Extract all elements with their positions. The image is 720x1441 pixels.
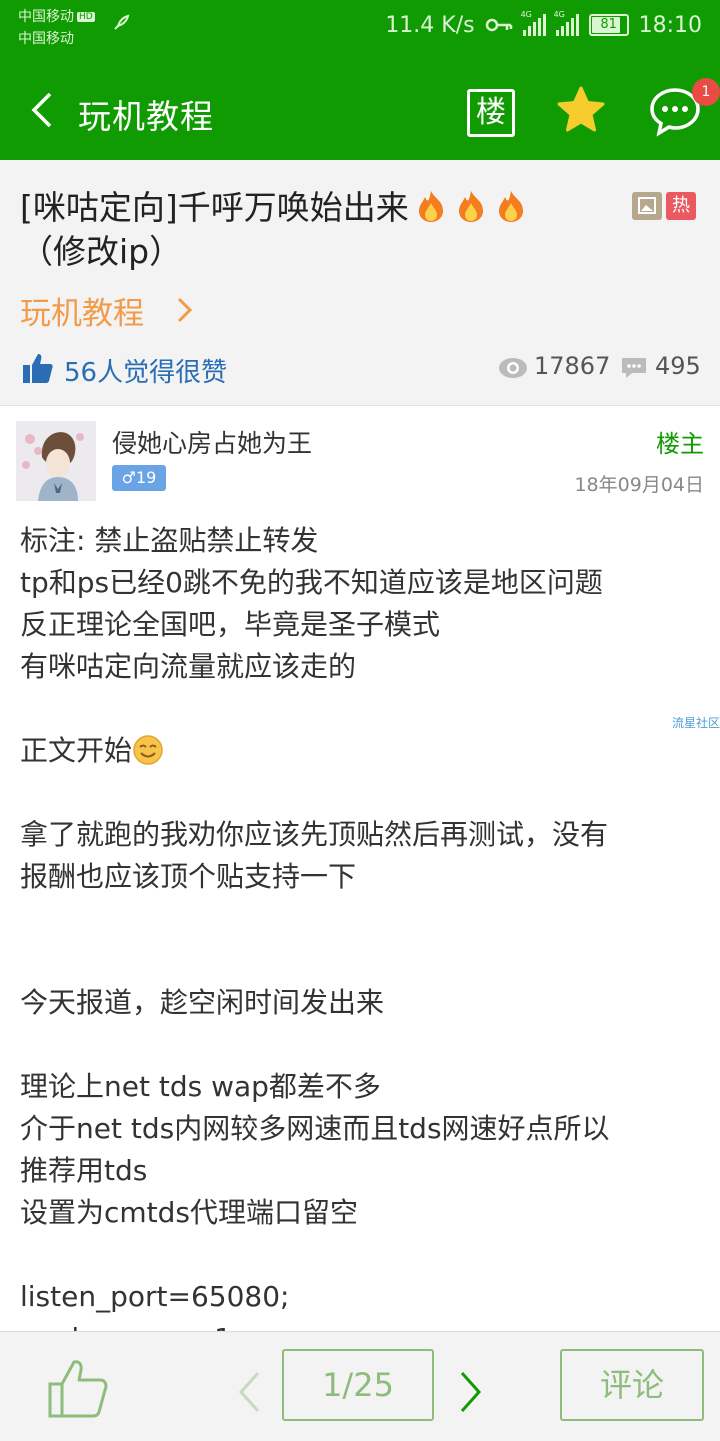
page-title: 玩机教程 — [78, 97, 214, 136]
carrier-2: 中国移动 — [18, 31, 74, 47]
hd-icon: HD — [77, 12, 95, 22]
body-line — [20, 898, 704, 940]
header: 玩机教程 楼 1 — [0, 60, 720, 160]
thumbs-up-icon[interactable] — [22, 352, 54, 384]
top-bar: 中国移动 HD 中国移动 11.4 K/s 4G 4G 81 18:10 玩机教程… — [0, 0, 720, 160]
carrier-1: 中国移动 HD — [18, 9, 95, 25]
page-indicator[interactable]: 1/25 — [282, 1349, 434, 1421]
rocket-icon — [114, 14, 130, 30]
body-line: 设置为cmtds代理端口留空 — [20, 1196, 359, 1229]
signal-icon-2: 4G — [554, 10, 579, 36]
body-line: 理论上net tds wap都差不多 — [20, 1070, 381, 1103]
fire-emoji-icon — [418, 191, 443, 222]
author-name[interactable]: 侵她心房占她为王 — [112, 424, 312, 460]
next-page-icon[interactable] — [458, 1370, 484, 1414]
body-line: listen_port=65080; — [20, 1280, 290, 1313]
status-right: 11.4 K/s 4G 4G 81 18:10 — [385, 10, 702, 40]
watermark: 流星社区 — [671, 716, 720, 730]
avatar[interactable] — [16, 421, 96, 501]
body-line: 推荐用tds — [20, 1154, 148, 1187]
reply-count: 495 — [655, 352, 701, 380]
body-line: tp和ps已经0跳不免的我不知道应该是地区问题 — [20, 566, 603, 599]
body-line — [20, 688, 704, 730]
likes-count[interactable]: 56人觉得很赞 — [64, 352, 227, 389]
op-label: 楼主 — [656, 430, 704, 458]
post-body: 标注: 禁止盗贴禁止转发 tp和ps已经0跳不免的我不知道应该是地区问题 反正理… — [20, 520, 704, 1360]
star-favorite-icon[interactable] — [554, 84, 608, 138]
body-line: 反正理论全国吧，毕竟是圣子模式 — [20, 608, 441, 641]
body-line — [20, 940, 704, 982]
thumbs-up-icon[interactable] — [46, 1356, 110, 1420]
view-count: 17867 — [534, 352, 611, 380]
comment-icon — [622, 358, 646, 378]
body-line: 标注: 禁止盗贴禁止转发 — [20, 524, 319, 557]
body-line — [20, 1024, 704, 1066]
eye-icon — [499, 358, 527, 378]
prev-page-icon[interactable] — [236, 1370, 262, 1414]
body-line: 报酬也应该顶个贴支持一下 — [20, 860, 357, 893]
floor-button[interactable]: 楼 — [467, 89, 515, 137]
net-speed: 11.4 K/s — [385, 12, 475, 38]
body-line — [20, 772, 704, 814]
post-title: [咪咕定向]千呼万唤始出来 （修改ip） — [20, 186, 620, 274]
body-line: 有咪咕定向流量就应该走的 — [20, 650, 357, 683]
comment-button[interactable]: 评论 — [560, 1349, 704, 1421]
category-link[interactable]: 玩机教程 — [20, 288, 144, 333]
body-line — [20, 1234, 704, 1276]
post-date: 18年09月04日 — [574, 474, 704, 496]
body-line-with-emoji: 正文开始 — [20, 730, 704, 772]
hot-tag: 热 — [666, 192, 696, 220]
body-line: 今天报道，趁空闲时间发出来 — [20, 986, 385, 1019]
smile-emoji-icon — [133, 735, 163, 765]
battery-icon: 81 — [588, 14, 629, 36]
gender-level-badge: ♂19 — [112, 465, 166, 491]
fire-emoji-icon — [498, 191, 523, 222]
fire-emoji-icon — [458, 191, 483, 222]
clock: 18:10 — [638, 12, 702, 38]
status-bar: 中国移动 HD 中国移动 11.4 K/s 4G 4G 81 18:10 — [0, 0, 720, 56]
image-tag-icon — [632, 192, 662, 220]
key-icon — [485, 18, 512, 32]
body-line: 介于net tds内网较多网速而且tds网速好点所以 — [20, 1112, 610, 1145]
back-arrow-icon[interactable] — [28, 92, 56, 128]
bottom-bar: 1/25 评论 — [0, 1331, 720, 1441]
post-header: [咪咕定向]千呼万唤始出来 （修改ip） 热 玩机教程 56人觉得很赞 1786… — [0, 160, 720, 406]
chevron-right-icon[interactable] — [176, 296, 194, 324]
signal-icon-1: 4G — [521, 10, 546, 36]
message-badge: 1 — [692, 78, 720, 106]
body-line: 拿了就跑的我劝你应该先顶贴然后再测试，没有 — [20, 818, 609, 851]
